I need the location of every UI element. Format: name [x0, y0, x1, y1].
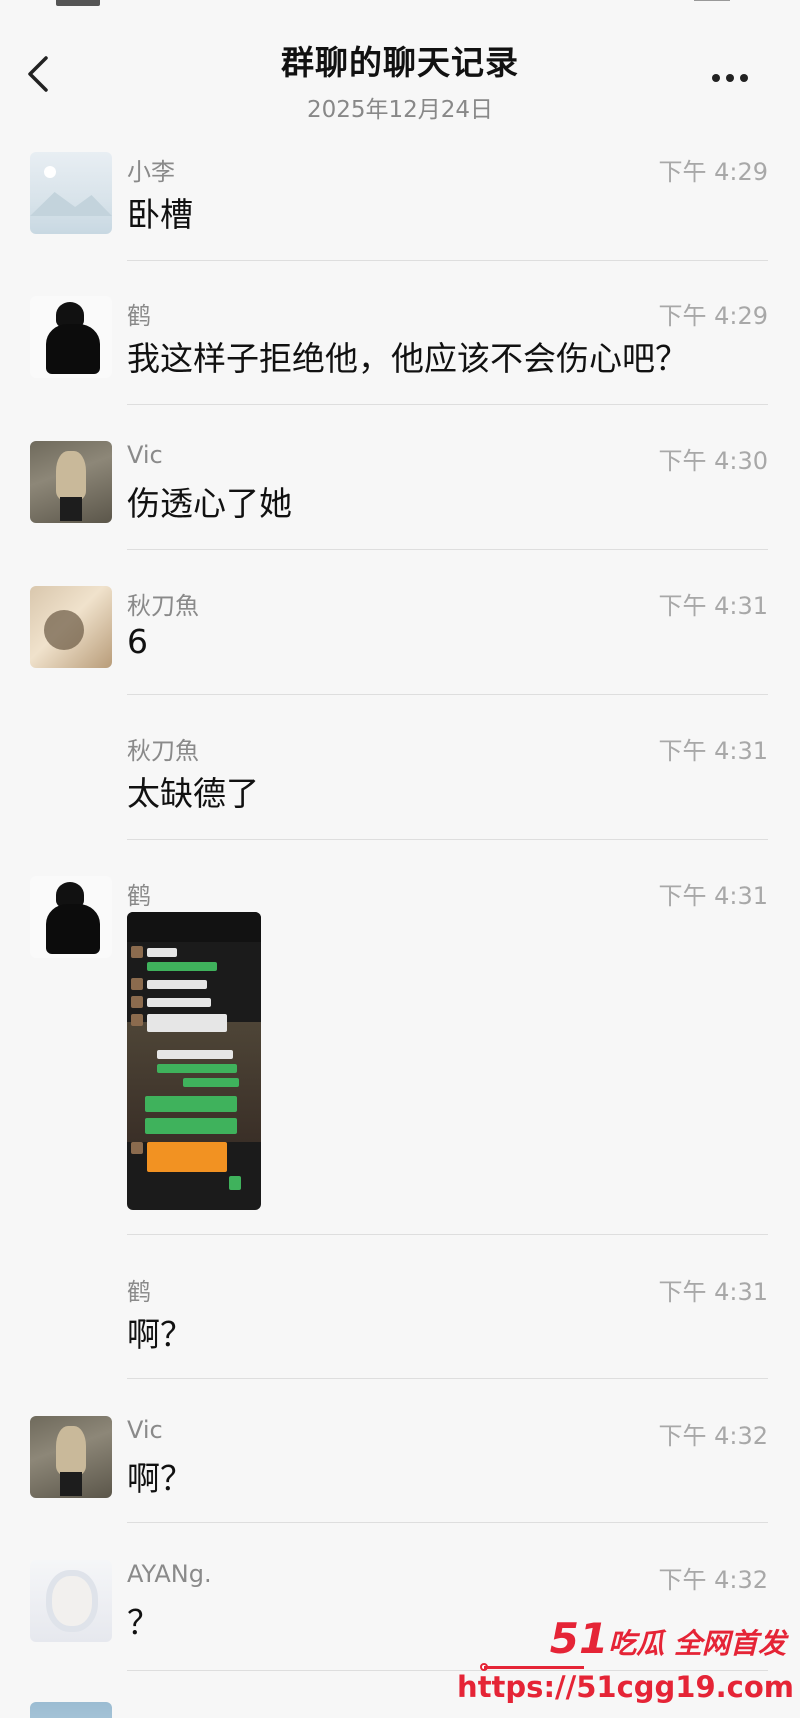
thumb-bubble	[147, 962, 217, 971]
thumb-bubble	[145, 1096, 237, 1112]
thumb-bubble	[147, 1142, 227, 1172]
message-time: 下午 4:31	[658, 882, 768, 910]
avatar-art	[60, 497, 82, 521]
avatar[interactable]	[30, 876, 112, 958]
avatar[interactable]	[30, 1702, 112, 1718]
thumb-bubble	[147, 1014, 227, 1032]
avatar-art	[60, 1472, 82, 1496]
thumb-bubble	[145, 1118, 237, 1134]
sender-name: 鹤	[127, 1278, 151, 1306]
more-dots-icon	[726, 74, 734, 82]
thumb-avatar	[131, 1142, 143, 1154]
thumb-avatar	[131, 996, 143, 1008]
message-time: 下午 4:30	[658, 447, 768, 475]
avatar[interactable]	[30, 1416, 112, 1498]
avatar-art	[44, 610, 84, 650]
back-chevron-icon	[28, 56, 48, 92]
sender-name: AYANg.	[127, 1560, 212, 1588]
avatar[interactable]	[30, 441, 112, 523]
watermark-url: https://51cgg19.com	[457, 1670, 794, 1704]
watermark-brand: 51吃瓜 全网首发	[550, 1614, 786, 1663]
avatar[interactable]	[30, 296, 112, 378]
watermark-line	[484, 1666, 584, 1669]
message-time: 下午 4:29	[658, 302, 768, 330]
avatar-art	[30, 192, 112, 216]
thumb-avatar	[131, 1014, 143, 1026]
divider	[127, 1234, 768, 1235]
sender-name: 鹤	[127, 882, 151, 910]
sender-name: 秋刀魚	[127, 737, 199, 765]
sender-name: 鹤	[127, 302, 151, 330]
message-text: 啊？	[127, 1315, 193, 1354]
divider	[127, 260, 768, 261]
message-text: 太缺德了	[127, 774, 259, 813]
watermark: 51吃瓜 全网首发 https://51cgg19.com	[457, 1608, 800, 1718]
back-button[interactable]	[22, 52, 58, 96]
thumb-bubble	[147, 980, 207, 989]
more-dots-icon	[740, 74, 748, 82]
divider	[127, 404, 768, 405]
page-date: 2025年12月24日	[306, 97, 494, 123]
message-text: 6	[127, 622, 148, 661]
divider	[127, 1522, 768, 1523]
status-bar	[0, 0, 800, 14]
avatar[interactable]	[30, 586, 112, 668]
thumb-bubble	[157, 1050, 233, 1059]
status-indicator	[694, 0, 730, 1]
avatar[interactable]	[30, 1560, 112, 1642]
sender-name: Vic	[127, 1416, 163, 1444]
sender-name: 秋刀魚	[127, 592, 199, 620]
message-time: 下午 4:29	[658, 158, 768, 186]
divider	[127, 839, 768, 840]
image-thumbnail[interactable]	[127, 912, 261, 1210]
avatar-art	[56, 451, 86, 501]
thumb-avatar	[131, 946, 143, 958]
avatar-art	[46, 324, 100, 374]
message-text: 我这样子拒绝他，他应该不会伤心吧？	[127, 339, 688, 378]
watermark-number: 51	[549, 1614, 609, 1663]
avatar-art	[52, 1576, 92, 1626]
message-time: 下午 4:32	[658, 1422, 768, 1450]
message-text: ？	[127, 1603, 160, 1642]
divider	[127, 694, 768, 695]
status-badge	[56, 0, 100, 6]
more-button[interactable]	[712, 70, 752, 86]
divider	[127, 1378, 768, 1379]
thumb-avatar	[131, 978, 143, 990]
title-block: 群聊的聊天记录 2025年12月24日	[150, 36, 650, 124]
page-title: 群聊的聊天记录	[281, 43, 519, 82]
message-text: 伤透心了她	[127, 484, 292, 523]
thumb-bubble	[229, 1176, 241, 1190]
thumb-bubble	[183, 1078, 239, 1087]
watermark-brand-text: 吃瓜 全网首发	[608, 1627, 786, 1660]
message-text: 卧槽	[127, 195, 193, 234]
thumb-bubble	[157, 1064, 237, 1073]
sender-name: Vic	[127, 441, 163, 469]
avatar[interactable]	[30, 152, 112, 234]
avatar-art	[56, 1426, 86, 1476]
message-time: 下午 4:31	[658, 592, 768, 620]
avatar-art	[44, 166, 56, 178]
thumb-topbar	[127, 912, 261, 942]
header: 群聊的聊天记录 2025年12月24日	[0, 14, 800, 124]
thumb-bubble	[147, 998, 211, 1007]
divider	[127, 549, 768, 550]
message-time: 下午 4:31	[658, 1278, 768, 1306]
sender-name: 小李	[127, 158, 175, 186]
message-text: 啊？	[127, 1459, 193, 1498]
message-time: 下午 4:31	[658, 737, 768, 765]
avatar-art	[46, 904, 100, 954]
thumb-bubble	[147, 948, 177, 957]
message-time: 下午 4:32	[658, 1566, 768, 1594]
more-dots-icon	[712, 74, 720, 82]
